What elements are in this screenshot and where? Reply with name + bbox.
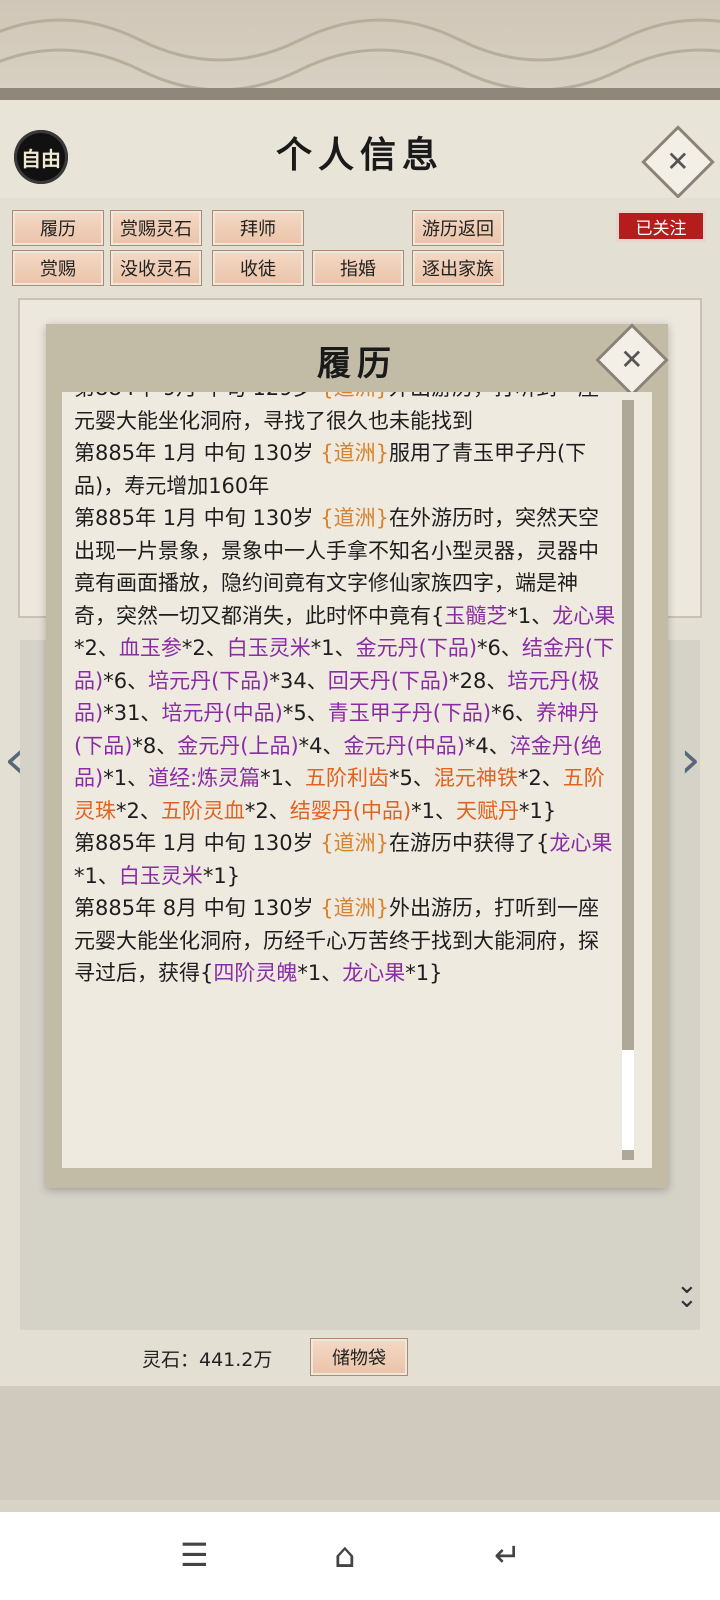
history-entry-text: *6、 [491, 701, 536, 725]
history-entry-text: 第885年 1月 中旬 130岁 [74, 831, 321, 855]
double-chevron-down-icon[interactable]: ⌄ ⌄ [676, 1272, 698, 1312]
history-entry-text: *1、 [260, 766, 306, 790]
history-entry: 第884年 9月 中旬 129岁 {道洲}外出游历，打听到一座元婴大能坐化洞府，… [74, 392, 616, 437]
menu-icon[interactable]: ☰ [180, 1536, 209, 1574]
history-entry-text: *2、 [116, 798, 161, 823]
history-entry-text: 道经:炼灵篇 [148, 766, 261, 790]
modal-title: 履历 [317, 344, 397, 384]
history-entry-text: *2、 [517, 766, 563, 790]
history-entry-text: *5、 [389, 766, 434, 790]
history-entry-text: {道洲} [320, 896, 389, 920]
history-entry-text: 金元丹(中品) [343, 733, 465, 758]
history-entry-text: *1、 [103, 766, 149, 790]
history-entry-text: {道洲} [320, 506, 389, 530]
home-icon[interactable]: ⌂ [334, 1536, 356, 1576]
history-entry-text: 白玉灵米 [118, 863, 203, 888]
history-modal: 履历 ✕ 第884年 9月 中旬 129岁 {道洲}外出游历，打听到一座元婴大能… [46, 323, 669, 1188]
arrange-marriage-button[interactable]: 指婚 [312, 250, 404, 286]
history-entry-text: 龙心果 [552, 603, 616, 628]
history-entry-text: 培元丹(中品) [161, 701, 283, 725]
back-icon[interactable]: ↵ [494, 1536, 521, 1574]
history-entry-text: 血玉参 [118, 636, 182, 660]
history-entry-text: 混元神铁 [433, 766, 518, 790]
history-entry-text: 五阶灵血 [160, 798, 245, 823]
history-entry-text: *8、 [132, 733, 178, 758]
history-entry-text: *1、 [310, 636, 356, 660]
history-entry-text: *4、 [464, 733, 510, 758]
history-entry-text: 金元丹(下品) [355, 636, 478, 660]
history-entry-text: *5、 [282, 701, 328, 725]
history-entry-text: 龙心果 [342, 961, 406, 985]
return-from-travel-button[interactable]: 游历返回 [412, 210, 504, 246]
decorative-header-band [0, 0, 720, 100]
history-entry-text: {道洲} [320, 831, 389, 855]
history-entries: 第884年 9月 中旬 129岁 {道洲}外出游历，打听到一座元婴大能坐化洞府，… [74, 392, 616, 990]
history-entry-text: 青玉甲子丹(下品) [327, 701, 492, 725]
take-disciple-button[interactable]: 收徒 [212, 250, 304, 286]
scrollbar[interactable] [622, 400, 634, 1160]
history-entry-text: *1、 [411, 798, 457, 823]
history-entry-text: 第885年 1月 中旬 130岁 [74, 441, 321, 465]
history-entry-text: *34、 [269, 668, 328, 693]
storage-bag-button[interactable]: 储物袋 [310, 1338, 408, 1376]
system-nav-bar [0, 1512, 720, 1600]
history-entry-text: 培元丹(下品) [148, 668, 270, 693]
history-entry-text: {道洲} [320, 392, 389, 400]
history-entry-text: *1} [405, 961, 443, 985]
close-icon: ✕ [666, 145, 690, 178]
history-button[interactable]: 履历 [12, 210, 104, 246]
history-entry-text: *2、 [181, 636, 227, 660]
history-entry-text: *1、 [297, 961, 343, 985]
history-entry-text: 第884年 9月 中旬 129岁 [74, 392, 320, 400]
history-entry-text: {道洲} [320, 441, 389, 465]
expel-from-family-button[interactable]: 逐出家族 [412, 250, 504, 286]
history-entry-text: 玉髓芝 [444, 603, 508, 628]
history-entry-text: *1} [519, 798, 557, 823]
history-entry: 第885年 1月 中旬 130岁 {道洲}在外游历时，突然天空出现一片景象，景象… [74, 502, 616, 827]
history-log[interactable]: 第884年 9月 中旬 129岁 {道洲}外出游历，打听到一座元婴大能坐化洞府，… [62, 392, 652, 1168]
history-entry-text: *28、 [449, 668, 508, 693]
scrollbar-thumb[interactable] [622, 1050, 634, 1150]
chevron-left-icon[interactable]: ‹ [4, 730, 25, 790]
history-entry-text: 结婴丹(中品) [289, 798, 412, 823]
history-entry-text: *1} [202, 863, 241, 888]
history-entry-text: *6、 [103, 668, 149, 693]
history-entry-text: 回天丹(下品) [327, 668, 450, 693]
reward-button[interactable]: 赏赐 [12, 250, 104, 286]
history-entry: 第885年 8月 中旬 130岁 {道洲}外出游历，打听到一座元婴大能坐化洞府，… [74, 892, 616, 990]
history-entry-text: 天赋丹 [456, 798, 520, 823]
history-entry-text: *2、 [244, 798, 290, 823]
page-title: 个人信息 [275, 134, 444, 176]
history-entry-text: 第885年 1月 中旬 130岁 [74, 506, 321, 530]
history-entry: 第885年 1月 中旬 130岁 {道洲}在游历中获得了{龙心果 *1、白玉灵米*… [74, 827, 616, 892]
history-entry-text: *4、 [298, 733, 344, 758]
followed-badge[interactable]: 已关注 [616, 210, 706, 242]
history-entry-text: 在游历中获得了{ [388, 831, 550, 855]
history-entry-text: *31、 [103, 701, 162, 725]
spirit-stone-count: 灵石：441.2万 [142, 1349, 273, 1371]
history-entry-text: 金元丹(上品) [177, 733, 299, 758]
history-entry-text: 四阶灵魄 [213, 961, 298, 985]
modal-close-button[interactable]: ✕ [595, 323, 669, 397]
apprentice-button[interactable]: 拜师 [212, 210, 304, 246]
history-entry-text: 五阶利齿 [305, 766, 390, 790]
history-entry-text: 第885年 8月 中旬 130岁 [74, 896, 321, 920]
history-entry-text: *2、 [74, 636, 119, 660]
chevron-right-icon[interactable]: › [680, 730, 701, 790]
history-entry-text: *1、 [74, 863, 119, 888]
close-icon: ✕ [620, 343, 644, 376]
history-entry-text: *6、 [477, 636, 522, 660]
history-entry-text: *1、 [507, 603, 553, 628]
history-entry-text: 龙心果 [549, 831, 613, 855]
history-entry-text: 白玉灵米 [226, 636, 311, 660]
history-entry: 第885年 1月 中旬 130岁 {道洲}服用了青玉甲子丹(下品)，寿元增加16… [74, 437, 616, 502]
confiscate-spirit-stone-button[interactable]: 没收灵石 [110, 250, 202, 286]
footer-bar [0, 1386, 720, 1500]
reward-spirit-stone-button[interactable]: 赏赐灵石 [110, 210, 202, 246]
